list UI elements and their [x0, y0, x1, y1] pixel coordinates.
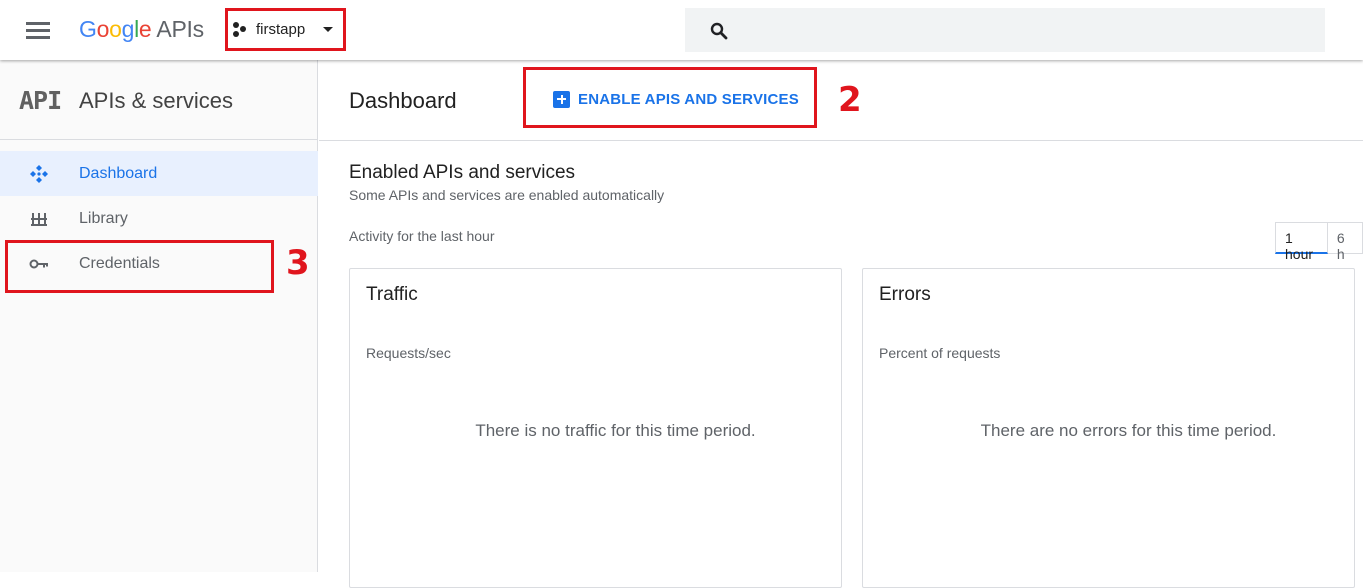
activity-label: Activity for the last hour [349, 228, 495, 244]
enable-apis-label: ENABLE APIS AND SERVICES [578, 90, 799, 108]
dashboard-icon [30, 165, 48, 183]
annotation-highlight-credentials [5, 240, 274, 293]
google-apis-logo[interactable]: Google APIs [79, 16, 204, 43]
annotation-number-2: 2 [838, 80, 862, 120]
sidebar-item-label: Dashboard [79, 165, 158, 182]
card-title: Traffic [366, 284, 418, 305]
top-app-bar: Google APIs firstapp [0, 0, 1363, 60]
search-bar[interactable] [685, 8, 1325, 52]
enable-apis-button[interactable]: ENABLE APIS AND SERVICES [553, 87, 799, 111]
library-icon [31, 213, 47, 226]
main-content: Dashboard ENABLE APIS AND SERVICES Enabl… [319, 60, 1363, 588]
section-title: Enabled APIs and services [349, 162, 576, 183]
caret-down-icon [323, 27, 333, 32]
time-range-toggle: 1 hour 6 h [1275, 222, 1363, 262]
errors-card: Errors Percent of requests There are no … [862, 268, 1355, 588]
project-selector[interactable]: firstapp [225, 8, 346, 51]
sidebar: API APIs & services Dashboard Library Cr… [0, 60, 318, 572]
logo-apis-text: APIs [156, 16, 204, 42]
empty-state-message: There are no errors for this time period… [980, 421, 1277, 440]
card-subtitle: Percent of requests [879, 345, 1001, 361]
api-logo: API [19, 86, 62, 115]
project-name: firstapp [256, 21, 306, 38]
plus-box-icon [553, 90, 570, 108]
menu-icon[interactable] [26, 20, 52, 40]
sidebar-title: APIs & services [79, 88, 234, 113]
card-subtitle: Requests/sec [366, 345, 451, 361]
page-title: Dashboard [349, 88, 457, 113]
section-subtitle: Some APIs and services are enabled autom… [349, 187, 665, 203]
range-6-hours-button[interactable]: 6 h [1327, 222, 1363, 262]
range-1-hour-button[interactable]: 1 hour [1275, 222, 1328, 262]
annotation-number-3: 3 [286, 243, 310, 283]
logo-letter: o [96, 16, 110, 42]
search-icon [710, 22, 728, 40]
sidebar-item-label: Library [79, 210, 128, 227]
sidebar-item-dashboard[interactable]: Dashboard [0, 151, 318, 196]
empty-state-message: There is no traffic for this time period… [475, 421, 756, 440]
sidebar-item-library[interactable]: Library [0, 196, 318, 241]
annotation-highlight-enable: ENABLE APIS AND SERVICES [523, 67, 817, 128]
project-dots-icon [233, 22, 251, 38]
sidebar-header: API APIs & services [0, 60, 318, 140]
logo-letter: G [79, 16, 97, 42]
logo-letter: o [109, 16, 122, 42]
logo-letter: g [121, 16, 135, 42]
logo-letter: e [138, 16, 152, 42]
traffic-card: Traffic Requests/sec There is no traffic… [349, 268, 842, 588]
card-title: Errors [879, 284, 931, 305]
